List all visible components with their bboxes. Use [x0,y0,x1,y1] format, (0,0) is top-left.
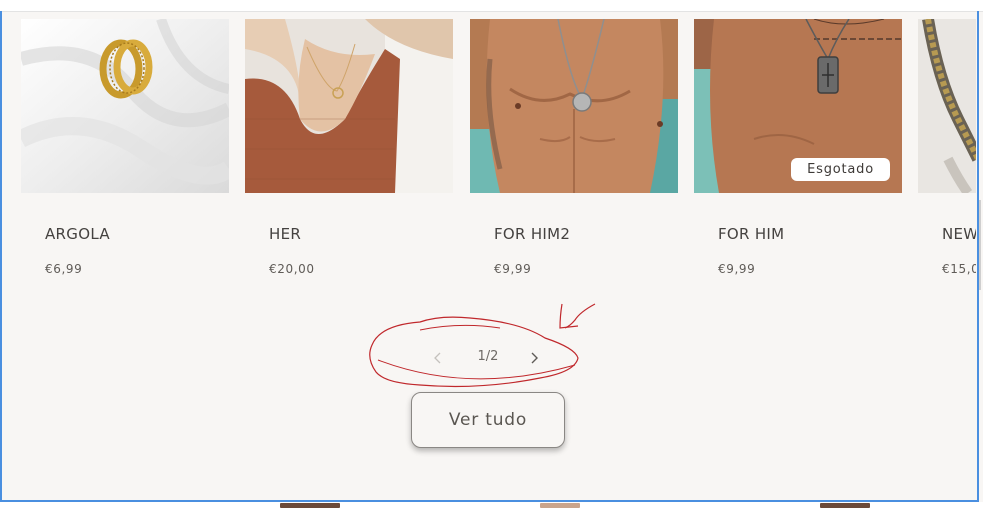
product-card-new[interactable]: NEW €15,0 [918,19,976,276]
top-border-strip [0,0,983,12]
product-slider[interactable]: ARGOLA €6,99 HER €20,00 FOR HIM2 €9,99 E… [2,19,976,319]
slider-pagination: 1/2 [420,340,556,376]
product-image[interactable] [470,19,678,193]
chevron-left-icon [434,352,441,364]
previous-slide-button[interactable] [428,348,448,368]
product-title[interactable]: FOR HIM2 [494,225,570,243]
product-title[interactable]: NEW [942,225,976,243]
sold-out-badge: Esgotado [791,158,890,181]
product-card-argola[interactable]: ARGOLA €6,99 [21,19,229,276]
slide-counter: 1/2 [477,349,499,364]
product-image[interactable]: Esgotado [694,19,902,193]
product-price: €6,99 [45,262,83,276]
product-card-for-him2[interactable]: FOR HIM2 €9,99 [470,19,678,276]
product-title[interactable]: HER [269,225,301,243]
next-slide-button[interactable] [524,348,544,368]
product-image[interactable] [21,19,229,193]
product-image[interactable] [245,19,453,193]
product-title[interactable]: ARGOLA [45,225,110,243]
scrollbar-edge [979,200,981,290]
scribble-stroke [419,324,501,331]
product-title[interactable]: FOR HIM [718,225,784,243]
product-price: €20,00 [269,262,315,276]
product-image[interactable] [918,19,976,193]
next-section-peek [0,502,983,508]
view-all-button[interactable]: Ver tudo [411,392,565,448]
product-card-her[interactable]: HER €20,00 [245,19,453,276]
product-card-for-him[interactable]: Esgotado FOR HIM €9,99 [694,19,902,276]
product-price: €15,0 [942,262,976,276]
product-price: €9,99 [718,262,756,276]
chevron-right-icon [531,352,538,364]
product-price: €9,99 [494,262,532,276]
